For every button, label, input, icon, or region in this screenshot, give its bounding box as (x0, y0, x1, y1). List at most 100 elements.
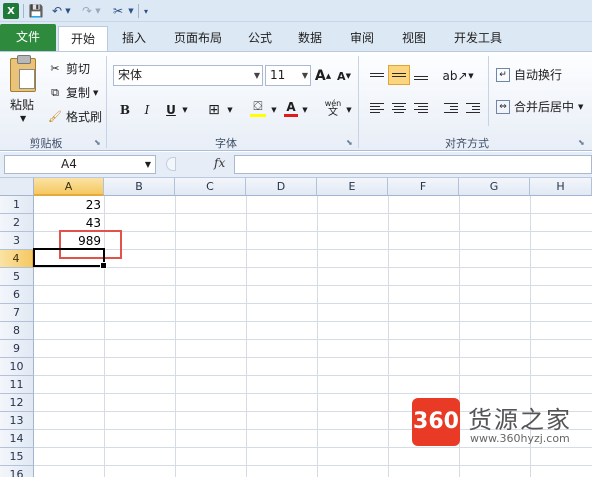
clipboard-launcher-icon[interactable]: ⬊ (94, 138, 101, 147)
row-header-8[interactable]: 8 (0, 322, 34, 340)
paste-button[interactable]: 粘贴 (10, 96, 34, 113)
merge-center-button[interactable]: ⇔ 合并后居中 ▼ (496, 98, 583, 115)
tab-formulas[interactable]: 公式 (238, 26, 282, 51)
wrap-text-button[interactable]: ↵ 自动换行 (496, 66, 562, 83)
ribbon-tabs: 文件 开始 插入 页面布局 公式 数据 审阅 视图 开发工具 (0, 22, 592, 52)
tab-view[interactable]: 视图 (392, 26, 436, 51)
orientation-dropdown-icon[interactable]: ▼ (466, 66, 476, 86)
merge-center-icon: ⇔ (496, 99, 510, 114)
gridline (34, 357, 592, 358)
customize-qat-icon[interactable]: ▾ (141, 3, 151, 19)
name-box[interactable]: A4 ▼ (4, 155, 156, 174)
row-header-5[interactable]: 5 (0, 268, 34, 286)
tab-developer[interactable]: 开发工具 (444, 26, 512, 51)
tools-icon[interactable]: ✂ (110, 3, 126, 19)
row-header-10[interactable]: 10 (0, 358, 34, 376)
gridline (34, 339, 592, 340)
active-cell-a4[interactable] (33, 248, 107, 269)
column-header-b[interactable]: B (104, 178, 175, 196)
copy-button[interactable]: ⧉ 复制 ▼ (48, 84, 98, 101)
top-align-icon[interactable] (366, 66, 388, 86)
increase-indent-icon[interactable] (462, 98, 484, 118)
copy-dropdown-icon[interactable]: ▼ (93, 89, 98, 97)
save-icon[interactable]: 💾 (28, 3, 44, 19)
align-left-icon[interactable] (366, 98, 388, 118)
fill-color-dropdown-icon[interactable]: ▼ (269, 100, 279, 120)
column-header-f[interactable]: F (388, 178, 459, 196)
tab-page-layout[interactable]: 页面布局 (164, 26, 232, 51)
column-header-d[interactable]: D (246, 178, 317, 196)
phonetic-dropdown-icon[interactable]: ▼ (344, 100, 354, 120)
font-size-combo[interactable]: 11 ▼ (265, 65, 311, 86)
copy-label: 复制 (66, 86, 91, 100)
align-center-icon[interactable] (388, 98, 410, 118)
orientation-icon[interactable]: ab↗ (442, 66, 467, 86)
undo-dropdown-icon[interactable]: ▼ (64, 3, 72, 19)
row-header-15[interactable]: 15 (0, 448, 34, 466)
redo-icon[interactable]: ↷ (80, 3, 94, 19)
row-header-9[interactable]: 9 (0, 340, 34, 358)
tab-review[interactable]: 审阅 (340, 26, 384, 51)
row-header-6[interactable]: 6 (0, 286, 34, 304)
select-all-corner[interactable] (0, 178, 34, 196)
row-header-4[interactable]: 4 (0, 250, 34, 268)
underline-dropdown-icon[interactable]: ▼ (180, 100, 190, 120)
shrink-font-icon[interactable]: A ▼ (335, 66, 353, 86)
row-header-3[interactable]: 3 (0, 232, 34, 250)
row-header-16[interactable]: 16 (0, 466, 34, 477)
row-header-1[interactable]: 1 (0, 196, 34, 214)
decrease-indent-icon[interactable] (440, 98, 462, 118)
middle-align-icon[interactable] (388, 65, 410, 85)
font-launcher-icon[interactable]: ⬊ (346, 138, 353, 147)
row-header-2[interactable]: 2 (0, 214, 34, 232)
formula-input[interactable] (234, 155, 592, 174)
borders-dropdown-icon[interactable]: ▼ (225, 100, 235, 120)
align-right-icon[interactable] (410, 98, 432, 118)
undo-icon[interactable]: ↶ (50, 3, 64, 19)
gridline (34, 393, 592, 394)
row-header-11[interactable]: 11 (0, 376, 34, 394)
column-header-g[interactable]: G (459, 178, 530, 196)
merge-center-dropdown-icon[interactable]: ▼ (578, 103, 583, 111)
bold-button[interactable]: B (116, 100, 134, 120)
font-color-icon[interactable]: A (282, 98, 300, 118)
font-color-dropdown-icon[interactable]: ▼ (300, 100, 310, 120)
redo-dropdown-icon[interactable]: ▼ (94, 3, 102, 19)
cut-button[interactable]: ✂ 剪切 (48, 60, 90, 77)
alignment-launcher-icon[interactable]: ⬊ (578, 138, 585, 147)
formula-bar-splitter[interactable] (166, 157, 176, 171)
font-size-dropdown-icon[interactable]: ▼ (302, 66, 308, 85)
paste-icon[interactable] (10, 55, 36, 92)
tab-home[interactable]: 开始 (58, 26, 108, 52)
fill-color-icon[interactable]: ⛋ (248, 98, 268, 118)
underline-button[interactable]: U (162, 100, 180, 120)
tab-insert[interactable]: 插入 (112, 26, 156, 51)
column-header-c[interactable]: C (175, 178, 246, 196)
tab-data[interactable]: 数据 (288, 26, 332, 51)
brush-icon: 🖌 (48, 110, 62, 123)
borders-icon[interactable]: ⊞ (204, 100, 224, 120)
bottom-align-icon[interactable] (410, 68, 432, 88)
font-name-dropdown-icon[interactable]: ▼ (254, 66, 260, 85)
phonetic-icon[interactable]: wén 文 (322, 98, 344, 118)
row-header-14[interactable]: 14 (0, 430, 34, 448)
font-name-combo[interactable]: 宋体 ▼ (113, 65, 263, 86)
column-header-h[interactable]: H (530, 178, 592, 196)
tools-dropdown-icon[interactable]: ▼ (127, 3, 135, 19)
name-box-dropdown-icon[interactable]: ▼ (145, 156, 151, 173)
tab-file[interactable]: 文件 (0, 24, 56, 51)
column-header-e[interactable]: E (317, 178, 388, 196)
row-header-13[interactable]: 13 (0, 412, 34, 430)
cell-a1[interactable]: 23 (34, 196, 104, 214)
italic-button[interactable]: I (138, 100, 156, 120)
row-header-12[interactable]: 12 (0, 394, 34, 412)
ribbon: 粘贴 ▼ ✂ 剪切 ⧉ 复制 ▼ 🖌 格式刷 剪贴板 ⬊ 宋体 ▼ 11 ▼ A ▲ A ▼… (0, 51, 592, 151)
alignment-group-label: 对齐方式 (445, 137, 489, 150)
format-painter-button[interactable]: 🖌 格式刷 (48, 108, 102, 125)
grow-font-icon[interactable]: A ▲ (314, 66, 332, 86)
column-header-a[interactable]: A (34, 178, 104, 196)
insert-function-icon[interactable]: fx (214, 156, 225, 170)
row-header-7[interactable]: 7 (0, 304, 34, 322)
paste-dropdown-icon[interactable]: ▼ (20, 114, 26, 123)
excel-app-icon[interactable]: X (3, 3, 19, 19)
